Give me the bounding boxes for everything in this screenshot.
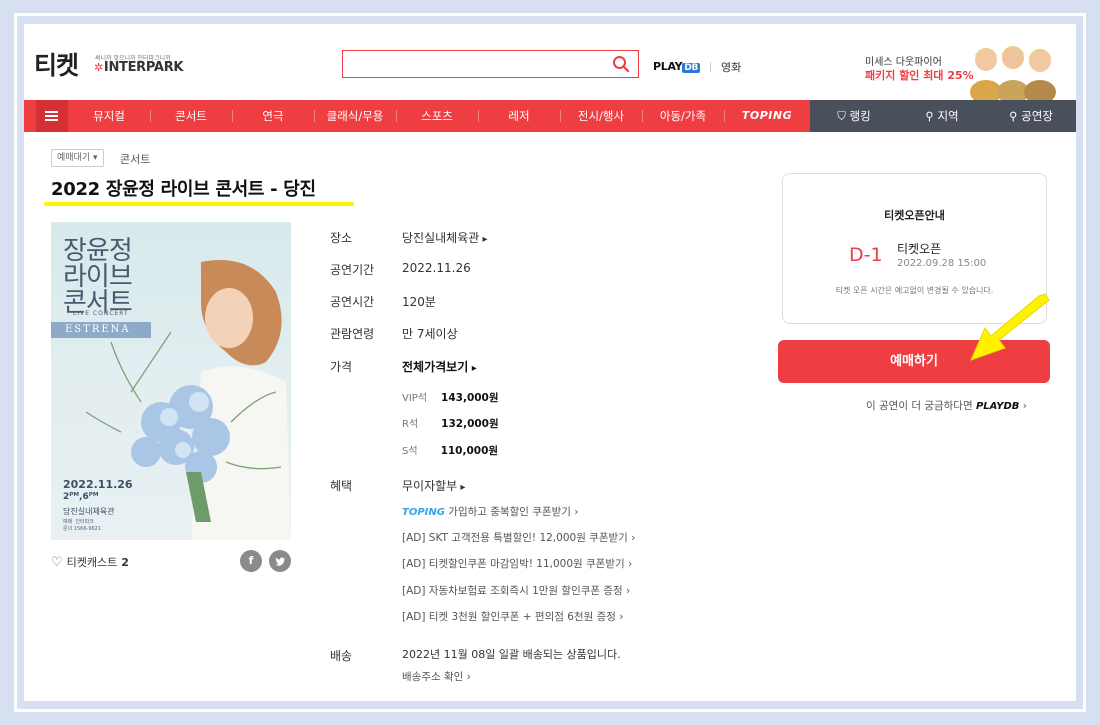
nav-item-play[interactable]: 연극 xyxy=(232,100,314,132)
poster-time: 2ᴾᴹ,6ᴾᴹ xyxy=(63,492,99,502)
poster-info: 예매 인터파크 문의 1566-9621 xyxy=(63,519,102,532)
main-nav: 뮤지컬 콘서트 연극 클래식/무용 스포츠 레저 전시/행사 아동/가족 TOP… xyxy=(24,100,1076,132)
poster-date: 2022.11.26 xyxy=(63,478,133,491)
seat-name: R석 xyxy=(402,419,419,430)
movie-link[interactable]: 영화 xyxy=(721,59,741,75)
poster-image[interactable]: 장윤정 라이브 콘서트 LIVE CONCERT ESTRENA 2022.11… xyxy=(51,222,291,540)
facebook-icon[interactable]: f xyxy=(240,550,262,572)
playdb-more-link[interactable]: 이 공연이 더 궁금하다면 PLAYDB › xyxy=(866,398,1027,413)
seat-price: 132,000원 xyxy=(441,418,499,430)
search-icon[interactable] xyxy=(612,55,630,73)
nav-item-leisure[interactable]: 레저 xyxy=(478,100,560,132)
benefit-ad-coupon[interactable]: [AD] 티켓할인쿠폰 마감임박! 11,000원 쿠폰받기 xyxy=(402,556,632,571)
ticket-open-date: 2022.09.28 15:00 xyxy=(897,258,987,269)
toping-logo: TOPING xyxy=(402,507,445,518)
delivery-label: 배송 xyxy=(330,649,353,663)
ticketcast-count: 2 xyxy=(121,556,129,569)
price-label: 가격 xyxy=(330,360,353,374)
runtime-label: 공연시간 xyxy=(330,295,375,309)
nav-region[interactable]: ⚲ 지역 xyxy=(898,100,986,132)
nav-item-exhibition[interactable]: 전시/행사 xyxy=(560,100,642,132)
period-value: 2022.11.26 xyxy=(402,261,471,275)
nav-item-classic[interactable]: 클래식/무용 xyxy=(314,100,396,132)
nav-venue-label: 공연장 xyxy=(1021,109,1053,123)
ticket-open-title: 티켓오픈안내 xyxy=(884,209,945,222)
venue-label: 장소 xyxy=(330,231,353,245)
delivery-value: 2022년 11월 08일 일괄 배송되는 상품입니다. xyxy=(402,648,621,661)
seat-price: 110,000원 xyxy=(440,445,499,457)
nav-ranking[interactable]: ⛉ 랭킹 xyxy=(810,100,898,132)
period-label: 공연기간 xyxy=(330,263,375,277)
price-all-link[interactable]: 전체가격보기 xyxy=(402,358,477,375)
status-dropdown[interactable]: 예매대기 ▾ xyxy=(51,149,104,167)
ad-subtitle[interactable]: 패키지 할인 최대 25% xyxy=(865,67,974,83)
price-row-vip: VIP석 143,000원 xyxy=(402,389,499,405)
nav-item-sports[interactable]: 스포츠 xyxy=(396,100,478,132)
benefit-text: 가입하고 중복할인 쿠폰받기 xyxy=(448,506,571,518)
seat-name: S석 xyxy=(402,446,418,457)
benefit-ad-skt[interactable]: [AD] SKT 고객전용 특별할인! 12,000원 쿠폰받기 xyxy=(402,530,635,545)
benefit-ad-insurance[interactable]: [AD] 자동차보험료 조회즉시 1만원 할인쿠폰 증정 xyxy=(402,583,630,598)
header-divider xyxy=(710,62,711,72)
poster-venue: 당진실내체육관 xyxy=(63,507,115,516)
twitter-bird-icon xyxy=(275,557,285,566)
benefit-ad-convenience[interactable]: [AD] 티켓 3천원 할인쿠폰 + 편의점 6천원 증정 xyxy=(402,609,623,624)
bookmark-icon: ⛉ xyxy=(837,109,850,123)
nav-item-kids[interactable]: 아동/가족 xyxy=(642,100,724,132)
price-row-r: R석 132,000원 xyxy=(402,415,499,431)
poster-live-concert: LIVE CONCERT xyxy=(73,310,129,317)
hamburger-icon xyxy=(45,115,58,117)
ticketcast-like[interactable]: ♡ 티켓캐스트 2 xyxy=(51,554,129,570)
installment-link[interactable]: 무이자할부 xyxy=(402,477,465,494)
menu-button[interactable] xyxy=(36,100,68,132)
page-title: 2022 장윤정 라이브 콘서트 - 당진 xyxy=(51,179,316,200)
highlight-underline xyxy=(44,202,354,206)
ad-banner-image[interactable] xyxy=(968,34,1058,100)
yellow-arrow-annotation xyxy=(970,293,1050,361)
ticket-page: 티켓 써니까 맞으니까 인터파크니까 ✲INTERPARK PLAY DB 영화 … xyxy=(24,24,1076,701)
age-value: 만 7세이상 xyxy=(402,327,458,341)
toping-coupon-link[interactable]: TOPING 가입하고 중복할인 쿠폰받기 xyxy=(402,504,578,519)
delivery-address-link[interactable]: 배송주소 확인 xyxy=(402,669,471,684)
nav-region-label: 지역 xyxy=(937,109,959,123)
star-icon: ✲ xyxy=(94,61,103,74)
interpark-logo[interactable]: ✲INTERPARK xyxy=(94,60,183,75)
hamburger-icon xyxy=(45,119,58,121)
nav-item-musical[interactable]: 뮤지컬 xyxy=(68,100,150,132)
pin-icon: ⚲ xyxy=(925,109,938,123)
seat-price: 143,000원 xyxy=(441,392,499,404)
ad-title[interactable]: 미세스 다웃파이어 xyxy=(865,53,942,68)
dday-badge: D-1 xyxy=(849,244,883,266)
playdb-logo: PLAYDB xyxy=(975,401,1020,412)
nav-ranking-label: 랭킹 xyxy=(849,109,871,123)
playdb-link[interactable]: PLAY DB xyxy=(653,60,701,73)
location-icon: ⚲ xyxy=(1009,109,1022,123)
ticketcast-label: 티켓캐스트 xyxy=(66,556,118,569)
ticket-logo[interactable]: 티켓 xyxy=(34,46,79,82)
nav-item-toping[interactable]: TOPING xyxy=(724,100,810,132)
twitter-icon[interactable] xyxy=(269,550,291,572)
ticket-open-label: 티켓오픈 xyxy=(897,242,942,256)
heart-icon[interactable]: ♡ xyxy=(51,555,63,570)
poster-estrena: ESTRENA xyxy=(51,322,151,338)
seat-name: VIP석 xyxy=(402,393,428,404)
age-label: 관람연령 xyxy=(330,327,375,341)
breadcrumb-category[interactable]: 콘서트 xyxy=(120,151,150,167)
nav-venue[interactable]: ⚲ 공연장 xyxy=(986,100,1076,132)
benefit-label: 혜택 xyxy=(330,479,353,493)
more-text: 이 공연이 더 궁금하다면 xyxy=(866,400,973,412)
playdb-db-badge: DB xyxy=(682,63,701,73)
nav-right-group: ⛉ 랭킹 ⚲ 지역 ⚲ 공연장 xyxy=(810,100,1076,132)
price-row-s: S석 110,000원 xyxy=(402,442,498,458)
hamburger-icon xyxy=(45,111,58,113)
runtime-value: 120분 xyxy=(402,295,436,309)
search-input[interactable] xyxy=(342,50,639,78)
brand-name: INTERPARK xyxy=(103,60,184,75)
nav-item-concert[interactable]: 콘서트 xyxy=(150,100,232,132)
playdb-text: PLAY xyxy=(653,60,683,73)
venue-link[interactable]: 당진실내체육관 xyxy=(402,229,487,246)
